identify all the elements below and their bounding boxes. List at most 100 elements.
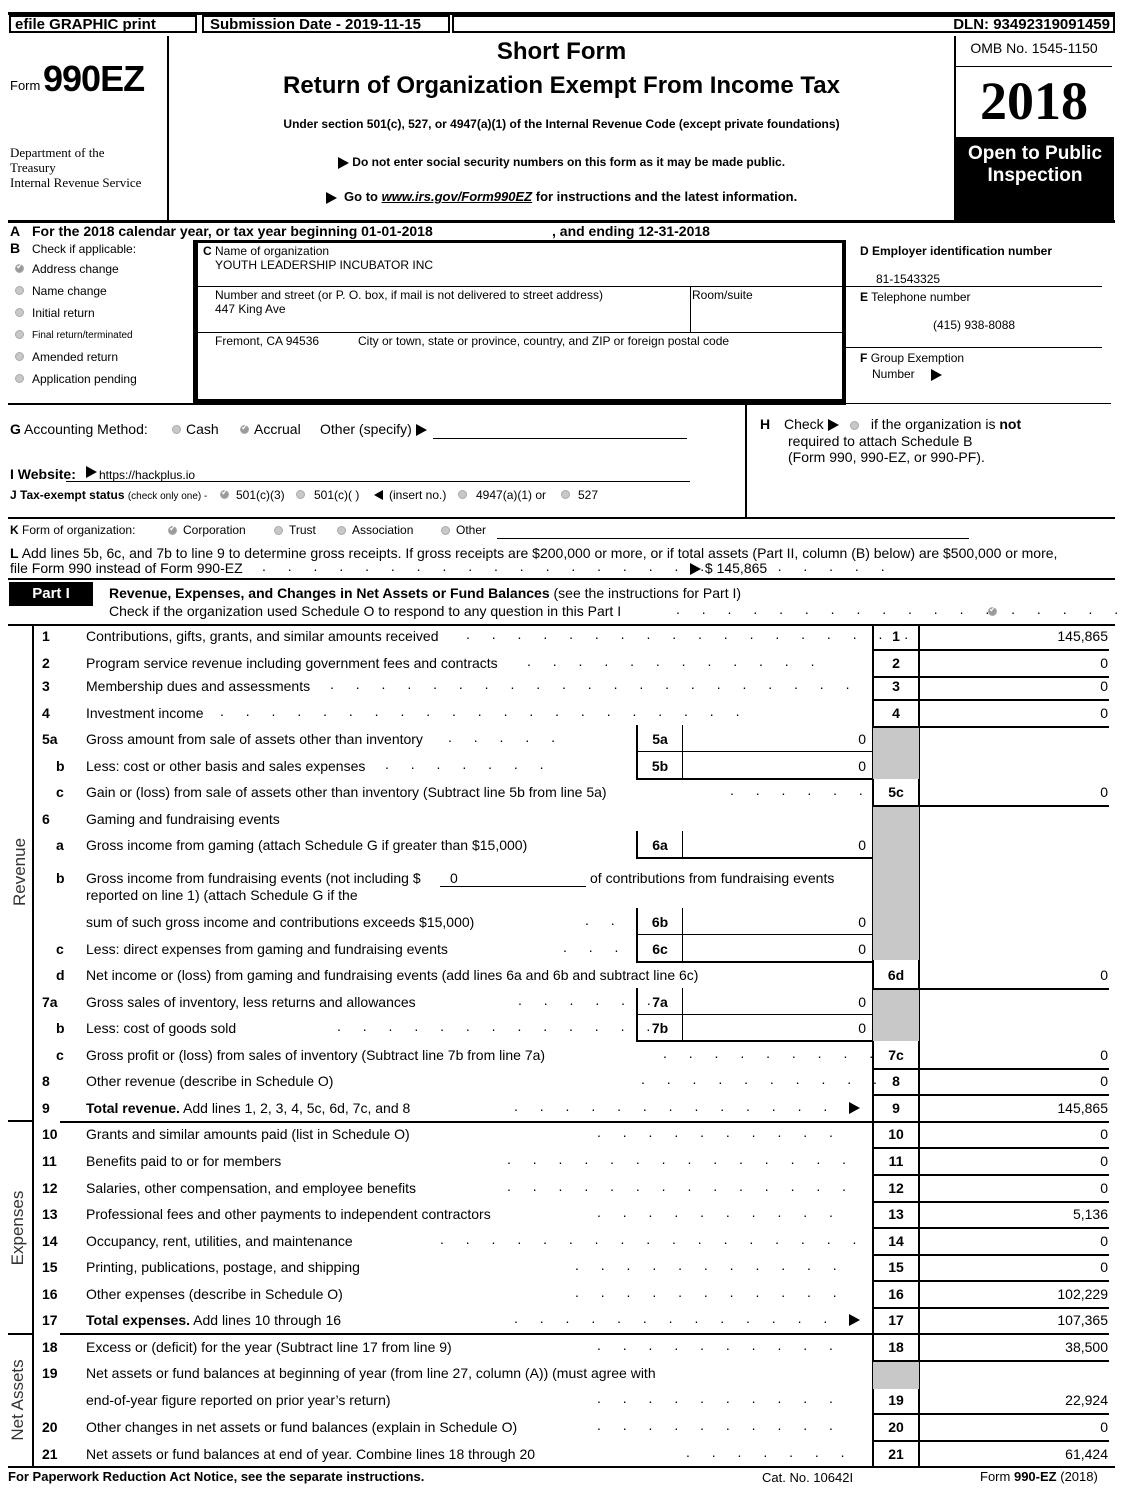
form-of-org-label: K Form of organization: <box>10 523 135 537</box>
website-value[interactable]: https://hackplus.io <box>99 468 195 482</box>
schedule-o-checkbox[interactable] <box>988 604 997 616</box>
tax-exempt-checkbox[interactable] <box>458 490 467 499</box>
phone-value[interactable]: (415) 938-8088 <box>933 318 1015 332</box>
line-number: 6 <box>42 811 50 827</box>
leader-dots: . . . . . . . . . . . <box>575 1257 846 1273</box>
line-amount[interactable]: 0 <box>1100 655 1108 671</box>
sub-amount[interactable]: 0 <box>858 837 866 853</box>
checkbox-b-0[interactable] <box>15 261 24 273</box>
line-amount[interactable]: 0 <box>1100 1180 1108 1196</box>
other-org-underline[interactable] <box>497 538 969 539</box>
sub-amount[interactable]: 0 <box>858 731 866 747</box>
street-address[interactable]: 447 King Ave <box>215 302 286 316</box>
line-box-label: 12 <box>888 1180 904 1196</box>
excluded-contributions-amount[interactable]: 0 <box>440 870 586 887</box>
section-divider <box>60 1333 873 1335</box>
checkbox-b-2[interactable] <box>15 308 24 317</box>
line-description-text: Other changes in net assets or fund bala… <box>86 1419 518 1435</box>
line-amount[interactable]: 0 <box>1100 678 1108 694</box>
tax-exempt-checkbox[interactable] <box>296 490 305 499</box>
sub-amount[interactable]: 0 <box>858 994 866 1010</box>
leader-dots: . . . . . . . . . . <box>597 1417 842 1433</box>
divider <box>682 752 683 779</box>
line-description: Salaries, other compensation, and employ… <box>86 1180 416 1196</box>
line-amount[interactable]: 0 <box>1100 784 1108 800</box>
leader-dots: . . . . . . . . . . . . <box>527 653 824 669</box>
line-amount[interactable]: 0 <box>1100 1047 1108 1063</box>
line-amount[interactable]: 0 <box>1100 705 1108 721</box>
leader-dots: . . . . . . . . . . . . . . . . . . . <box>676 601 1129 617</box>
line-amount[interactable]: 0 <box>1100 1073 1108 1089</box>
divider <box>873 1333 1109 1335</box>
org-form-checkbox[interactable] <box>441 526 450 535</box>
phone-label: E Telephone number <box>860 290 971 304</box>
line-amount[interactable]: 5,136 <box>1073 1206 1108 1222</box>
tax-exempt-option-label: 501(c)(3) <box>236 488 285 502</box>
org-name[interactable]: YOUTH LEADERSHIP INCUBATOR INC <box>215 258 433 272</box>
accounting-option-checkbox[interactable] <box>240 422 249 434</box>
accounting-option-checkbox[interactable] <box>172 425 181 434</box>
line-description: Gross amount from sale of assets other t… <box>86 731 423 747</box>
line-number: 4 <box>42 705 50 721</box>
line-amount[interactable]: 0 <box>1100 1419 1108 1435</box>
schedule-b-checkbox[interactable] <box>850 421 860 430</box>
line-amount[interactable]: 0 <box>1100 1126 1108 1142</box>
sub-amount[interactable]: 0 <box>858 1020 866 1036</box>
line-description: Gross sales of inventory, less returns a… <box>86 994 416 1010</box>
tax-exempt-checkbox[interactable] <box>220 487 229 499</box>
sub-box-label: 5b <box>651 758 669 774</box>
line-description: Professional fees and other payments to … <box>86 1206 491 1222</box>
line-amount[interactable]: 0 <box>1100 1259 1108 1275</box>
line-box-label: 14 <box>888 1233 904 1249</box>
line-number: 16 <box>42 1286 58 1302</box>
department-line: Department of the <box>10 145 105 160</box>
goto-prefix: Go to <box>344 189 378 204</box>
line-description: Investment income <box>86 705 204 721</box>
line-description: Other revenue (describe in Schedule O) <box>86 1073 333 1089</box>
org-form-checkbox[interactable] <box>337 526 346 535</box>
part-badge: Part I <box>9 582 93 606</box>
leader-dots: . . . . . . . . . . . . . . <box>507 1151 856 1167</box>
section-h-line1: Check if the organization is not <box>784 416 1021 432</box>
line-amount[interactable]: 22,924 <box>1065 1392 1108 1408</box>
line-description: Occupancy, rent, utilities, and maintena… <box>86 1233 353 1249</box>
shaded-cell <box>873 988 919 1041</box>
sub-amount[interactable]: 0 <box>858 914 866 930</box>
line-amount[interactable]: 145,865 <box>1057 628 1108 644</box>
line-amount[interactable]: 145,865 <box>1057 1100 1108 1116</box>
line-amount[interactable]: 61,424 <box>1065 1446 1108 1462</box>
line-amount[interactable]: 102,229 <box>1057 1286 1108 1302</box>
ein-label: D Employer identification number <box>860 244 1053 258</box>
line-amount[interactable]: 0 <box>1100 1233 1108 1249</box>
irs-link[interactable]: www.irs.gov/Form990EZ <box>382 189 533 204</box>
sub-amount[interactable]: 0 <box>858 758 866 774</box>
checkbox-b-5[interactable] <box>15 374 24 383</box>
line-amount[interactable]: 0 <box>1100 1153 1108 1169</box>
org-form-label: Corporation <box>183 523 246 537</box>
checkbox-b-1[interactable] <box>15 286 24 295</box>
ein-value[interactable]: 81-1543325 <box>876 272 940 286</box>
tax-year: 2018 <box>980 71 1088 131</box>
sub-amount[interactable]: 0 <box>858 941 866 957</box>
city-state-zip[interactable]: Fremont, CA 94536 <box>215 334 319 348</box>
checkbox-b-3[interactable] <box>15 330 24 339</box>
tax-exempt-checkbox[interactable] <box>561 490 570 499</box>
org-form-checkbox[interactable] <box>274 526 283 535</box>
leader-dots: . . . . . . . . . . . . . . . . . . <box>466 626 918 642</box>
line-description: Less: cost or other basis and sales expe… <box>86 758 365 774</box>
line-amount[interactable]: 0 <box>1100 967 1108 983</box>
line-amount[interactable]: 38,500 <box>1065 1339 1108 1355</box>
line-number: a <box>56 837 64 853</box>
line-number: 9 <box>42 1100 50 1116</box>
line-amount[interactable]: 107,365 <box>1057 1312 1108 1328</box>
line-description-text: Salaries, other compensation, and employ… <box>86 1180 416 1196</box>
open-public-line: Inspection <box>987 165 1083 186</box>
section-a-ending: , and ending 12-31-2018 <box>552 223 710 239</box>
checkbox-b-label: Name change <box>32 284 107 298</box>
other-specify-input[interactable] <box>433 437 687 439</box>
line-box-label: 3 <box>892 678 900 694</box>
org-form-checkbox[interactable] <box>168 523 177 535</box>
line-description-text: Printing, publications, postage, and shi… <box>86 1259 360 1275</box>
checkbox-b-4[interactable] <box>15 352 24 361</box>
line-description: reported on line 1) (attach Schedule G i… <box>86 887 358 903</box>
